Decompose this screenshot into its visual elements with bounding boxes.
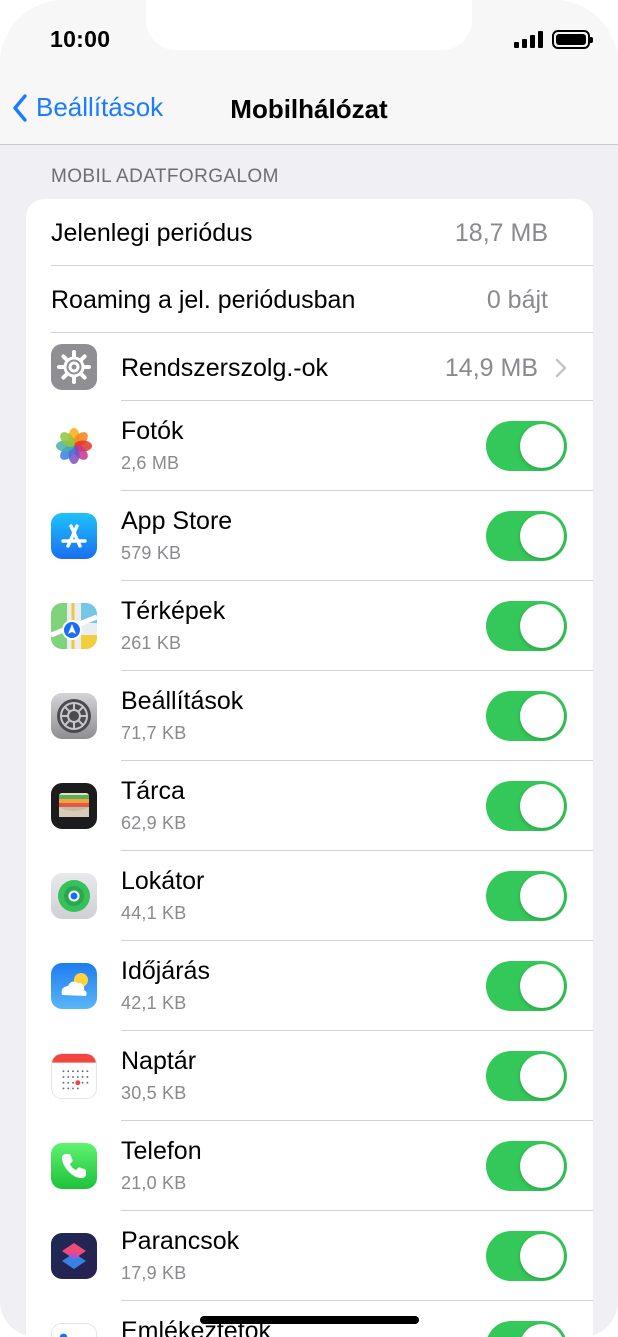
app-row-idojaras: Időjárás 42,1 KB: [26, 941, 593, 1031]
status-icons: [514, 30, 593, 49]
app-data-toggle[interactable]: [486, 601, 567, 651]
app-data-size: 21,0 KB: [121, 1173, 187, 1193]
app-data-size: 579 KB: [121, 543, 182, 563]
weather-icon: [51, 963, 97, 1009]
notch: [146, 0, 472, 50]
roaming-period-row: Roaming a jel. periódusban 0 bájt: [26, 266, 593, 333]
roaming-period-value: 0 bájt: [486, 286, 548, 314]
maps-icon: [51, 603, 97, 649]
app-data-toggle[interactable]: [486, 1051, 567, 1101]
app-data-size: 62,9 KB: [121, 813, 187, 833]
app-data-toggle[interactable]: [486, 511, 567, 561]
chevron-right-icon: [555, 358, 567, 378]
app-name: Időjárás: [121, 957, 210, 985]
photos-icon: [51, 423, 97, 469]
app-name: Tárca: [121, 777, 185, 805]
find-my-icon: [51, 873, 97, 919]
navigation-bar: 10:00 Beállítások Mobilhálózat: [0, 0, 618, 145]
system-services-row[interactable]: Rendszerszolg.-ok 14,9 MB: [26, 333, 593, 401]
app-data-toggle[interactable]: [486, 1141, 567, 1191]
app-data-size: 30,5 KB: [121, 1083, 187, 1103]
app-data-size: 42,1 KB: [121, 993, 187, 1013]
section-header: MOBIL ADATFORGALOM: [51, 166, 279, 187]
phone-screen: 10:00 Beállítások Mobilhálózat MOBIL ADA…: [0, 0, 618, 1337]
app-row-lokator: Lokátor 44,1 KB: [26, 851, 593, 941]
app-row-tarca: Tárca 62,9 KB: [26, 761, 593, 851]
system-services-label: Rendszerszolg.-ok: [121, 354, 329, 382]
app-name: Térképek: [121, 597, 226, 625]
current-period-label: Jelenlegi periódus: [51, 219, 253, 247]
current-period-value: 18,7 MB: [454, 219, 548, 247]
app-data-size: 261 KB: [121, 633, 182, 653]
battery-icon: [552, 30, 593, 49]
app-name: Lokátor: [121, 867, 205, 895]
status-time: 10:00: [50, 26, 111, 52]
reminders-icon: [51, 1323, 97, 1337]
home-indicator: [200, 1316, 419, 1324]
app-name: Telefon: [121, 1137, 202, 1165]
app-row-fotok: Fotók 2,6 MB: [26, 401, 593, 491]
app-name: App Store: [121, 507, 233, 535]
app-name: Beállítások: [121, 687, 244, 715]
app-name: Fotók: [121, 417, 184, 445]
current-period-row: Jelenlegi periódus 18,7 MB: [26, 199, 593, 266]
app-data-size: 2,6 MB: [121, 453, 180, 473]
app-name: Naptár: [121, 1047, 197, 1075]
app-data-toggle[interactable]: [486, 691, 567, 741]
app-data-toggle[interactable]: [486, 871, 567, 921]
system-services-value: 14,9 MB: [444, 354, 538, 382]
app-data-size: 44,1 KB: [121, 903, 187, 923]
app-data-toggle[interactable]: [486, 781, 567, 831]
app-store-icon: [51, 513, 97, 559]
cellular-signal-icon: [514, 31, 543, 48]
app-data-toggle[interactable]: [486, 961, 567, 1011]
data-usage-list: Jelenlegi periódus 18,7 MB Roaming a jel…: [26, 199, 593, 1337]
app-data-size: 71,7 KB: [121, 723, 187, 743]
phone-icon: [51, 1143, 97, 1189]
app-name: Parancsok: [121, 1227, 240, 1255]
app-data-toggle[interactable]: [486, 1321, 567, 1337]
app-row-beallitasok: Beállítások 71,7 KB: [26, 671, 593, 761]
wallet-icon: [51, 783, 97, 829]
app-row-naptar: Naptár 30,5 KB: [26, 1031, 593, 1121]
app-data-toggle[interactable]: [486, 421, 567, 471]
app-data-size: 17,9 KB: [121, 1263, 187, 1283]
shortcuts-icon: [51, 1233, 97, 1279]
app-row-parancsok: Parancsok 17,9 KB: [26, 1211, 593, 1301]
app-row-telefon: Telefon 21,0 KB: [26, 1121, 593, 1211]
page-title: Mobilhálózat: [230, 94, 388, 124]
app-row-terkepek: Térképek 261 KB: [26, 581, 593, 671]
settings-icon: [51, 693, 97, 739]
roaming-period-label: Roaming a jel. periódusban: [51, 286, 356, 314]
app-data-toggle[interactable]: [486, 1231, 567, 1281]
app-row-app-store: App Store 579 KB: [26, 491, 593, 581]
calendar-icon: [51, 1053, 97, 1099]
gear-icon: [51, 344, 97, 390]
